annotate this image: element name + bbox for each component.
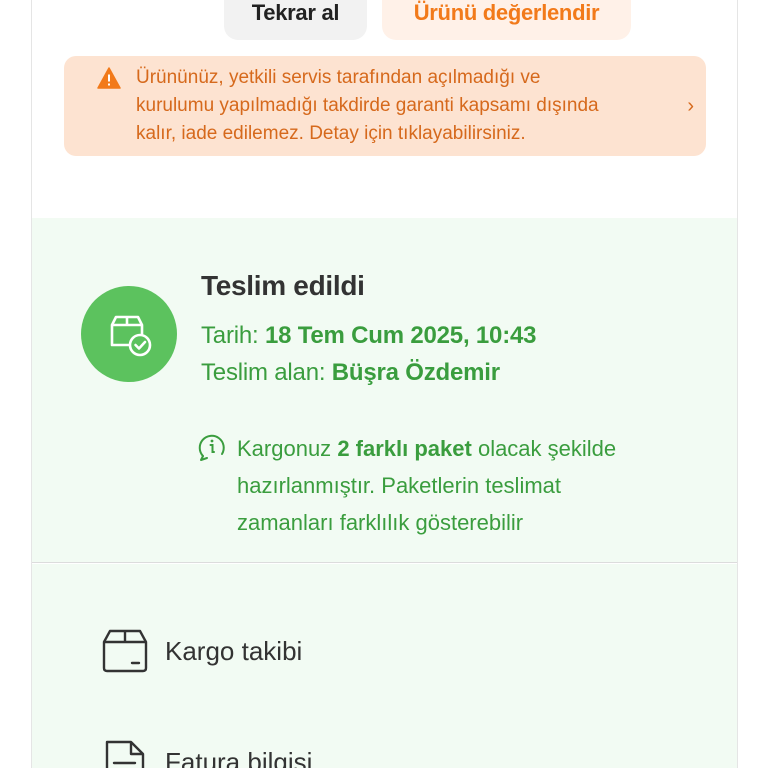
delivered-package-icon	[81, 286, 177, 382]
date-value: 18 Tem Cum 2025, 10:43	[264, 322, 537, 349]
warning-icon	[97, 67, 121, 89]
receiver-label: Teslim alan:	[201, 359, 326, 386]
note-line-3: zamanları farklılık gösterebilir	[237, 510, 524, 535]
package-check-icon	[110, 315, 152, 357]
note-line-2: hazırlanmıştır. Paketlerin teslimat	[237, 473, 562, 498]
delivery-status-section: Teslim edildi Tarih: 18 Tem Cum 2025, 10…	[32, 218, 737, 563]
reorder-button[interactable]: Tekrar al	[224, 0, 367, 40]
order-actions-list: Kargo takibi Fatura bilgisi	[32, 564, 737, 768]
review-product-button[interactable]: Ürünü değerlendir	[382, 0, 631, 40]
date-label: Tarih:	[201, 322, 259, 349]
warning-text-line-2: kurulumu yapılmadığı takdirde garanti ka…	[136, 95, 599, 116]
package-icon	[102, 629, 148, 673]
note-package-count: 2 farklı paket	[337, 436, 472, 461]
warning-text-line-1: Ürününüz, yetkili servis tarafından açıl…	[136, 67, 541, 88]
cargo-tracking-label: Kargo takibi	[165, 635, 303, 666]
multi-package-note: Kargonuz 2 farklı paket olacak şekilde h…	[237, 430, 677, 541]
invoice-info-item[interactable]: Fatura bilgisi	[101, 739, 312, 768]
note-suffix: olacak şekilde	[477, 436, 617, 461]
chevron-right-icon: ›	[687, 95, 694, 117]
invoice-info-label: Fatura bilgisi	[165, 746, 313, 768]
receiver-value: Büşra Özdemir	[331, 359, 500, 386]
cargo-tracking-item[interactable]: Kargo takibi	[101, 628, 302, 674]
info-icon	[198, 434, 225, 461]
delivery-status-title: Teslim edildi	[201, 270, 365, 301]
order-detail-panel: Tekrar al Ürünü değerlendir Ürününüz, ye…	[31, 0, 738, 768]
note-prefix: Kargonuz	[237, 436, 332, 461]
document-icon	[105, 740, 145, 768]
warranty-warning-banner[interactable]: Ürününüz, yetkili servis tarafından açıl…	[64, 56, 706, 156]
delivery-date: Tarih: 18 Tem Cum 2025, 10:43	[201, 322, 536, 350]
delivery-receiver: Teslim alan: Büşra Özdemir	[201, 359, 500, 387]
warning-text-line-3: kalır, iade edilemez. Detay için tıklaya…	[136, 123, 526, 144]
